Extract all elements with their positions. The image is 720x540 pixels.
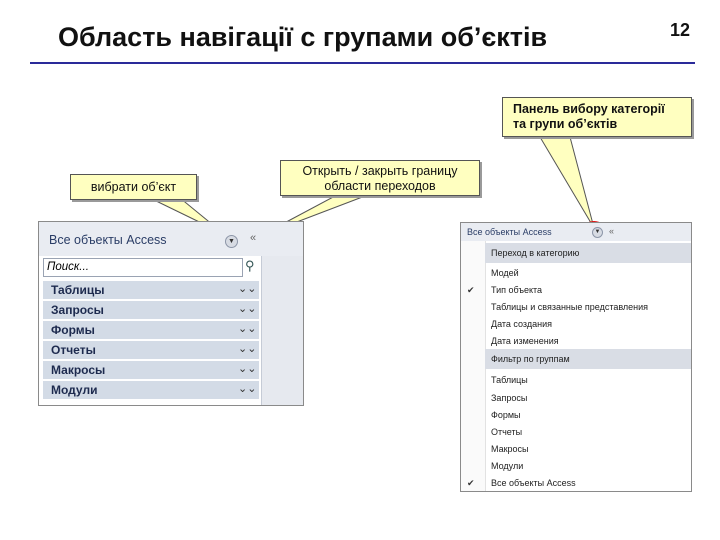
- group-label: Отчеты: [51, 343, 96, 357]
- double-chevron-down-icon: ⌄⌄: [238, 303, 257, 315]
- group-label: Формы: [51, 323, 95, 337]
- collapse-pane-icon[interactable]: «: [250, 232, 256, 244]
- menu-section-category: Переход в категорию: [485, 243, 691, 263]
- title-divider: [30, 62, 695, 64]
- search-input[interactable]: Поиск...: [43, 258, 243, 277]
- checkmark-icon: ✔: [467, 478, 475, 488]
- collapse-pane-icon[interactable]: «: [609, 226, 614, 236]
- category-menu-title: Все объекты Access: [467, 227, 552, 237]
- panel-callout-pointer: [539, 136, 595, 229]
- menu-item-filter-macros[interactable]: Макросы: [491, 444, 529, 454]
- checkmark-icon: ✔: [467, 285, 475, 295]
- callout-toggle-pane: Открыть / закрыть границу области перехо…: [280, 160, 480, 196]
- double-chevron-down-icon: ⌄⌄: [238, 343, 257, 355]
- callout-pick-object: вибрати об’єкт: [70, 174, 197, 200]
- callout-category-panel-line1: Панель вибору категорії: [513, 102, 665, 116]
- double-chevron-down-icon: ⌄⌄: [238, 283, 257, 295]
- callout-category-panel: Панель вибору категорії та групи об’єкті…: [502, 97, 692, 137]
- menu-item-created-date[interactable]: Дата создания: [491, 319, 552, 329]
- callout-category-panel-line2: та групи об’єктів: [513, 117, 618, 131]
- menu-section-label: Фильтр по группам: [491, 354, 570, 364]
- group-label: Модули: [51, 383, 98, 397]
- category-menu-header: Все объекты Access ▼ «: [461, 223, 691, 241]
- chevron-down-icon[interactable]: ▼: [592, 227, 603, 238]
- search-icon[interactable]: ⚲: [245, 258, 255, 274]
- group-header-forms[interactable]: Формы ⌄⌄: [43, 320, 259, 339]
- menu-item-filter-tables[interactable]: Таблицы: [491, 375, 528, 385]
- group-header-tables[interactable]: Таблицы ⌄⌄: [43, 280, 259, 299]
- menu-item-tables-views[interactable]: Таблицы и связанные представления: [491, 302, 648, 312]
- menu-item-filter-modules[interactable]: Модули: [491, 461, 523, 471]
- category-menu-pane: Все объекты Access ▼ « Переход в категор…: [460, 222, 692, 492]
- double-chevron-down-icon: ⌄⌄: [238, 323, 257, 335]
- group-header-macros[interactable]: Макросы ⌄⌄: [43, 360, 259, 379]
- callout-toggle-pane-line2: области переходов: [324, 179, 436, 193]
- menu-item-filter-all[interactable]: Все объекты Access: [491, 478, 576, 488]
- menu-item-filter-forms[interactable]: Формы: [491, 410, 521, 420]
- search-placeholder: Поиск...: [47, 261, 89, 273]
- callout-pick-object-text: вибрати об’єкт: [90, 180, 177, 194]
- group-label: Таблицы: [51, 283, 105, 297]
- group-label: Запросы: [51, 303, 104, 317]
- menu-item-filter-queries[interactable]: Запросы: [491, 393, 527, 403]
- menu-item-custom[interactable]: Модей: [491, 268, 519, 278]
- group-header-queries[interactable]: Запросы ⌄⌄: [43, 300, 259, 319]
- double-chevron-down-icon: ⌄⌄: [238, 383, 257, 395]
- chevron-down-icon[interactable]: ▼: [225, 235, 238, 248]
- menu-section-label: Переход в категорию: [491, 248, 580, 258]
- navigation-pane-title: Все объекты Access: [49, 233, 167, 247]
- group-header-reports[interactable]: Отчеты ⌄⌄: [43, 340, 259, 359]
- menu-item-object-type[interactable]: Тип объекта: [491, 285, 542, 295]
- menu-item-modified-date[interactable]: Дата изменения: [491, 336, 559, 346]
- callout-toggle-pane-line1: Открыть / закрыть границу: [302, 164, 458, 178]
- group-label: Макросы: [51, 363, 106, 377]
- group-header-modules[interactable]: Модули ⌄⌄: [43, 380, 259, 399]
- navigation-pane-header: Все объекты Access ▼ «: [39, 222, 303, 256]
- double-chevron-down-icon: ⌄⌄: [238, 363, 257, 375]
- menu-section-filter: Фильтр по группам: [485, 349, 691, 369]
- navigation-pane: Все объекты Access ▼ « Поиск... ⚲ Таблиц…: [38, 221, 304, 406]
- menu-item-filter-reports[interactable]: Отчеты: [491, 427, 522, 437]
- menu-check-gutter: [461, 241, 486, 491]
- slide-title: Область навігації с групами об’єктів: [58, 22, 548, 52]
- slide-number: 12: [670, 20, 691, 40]
